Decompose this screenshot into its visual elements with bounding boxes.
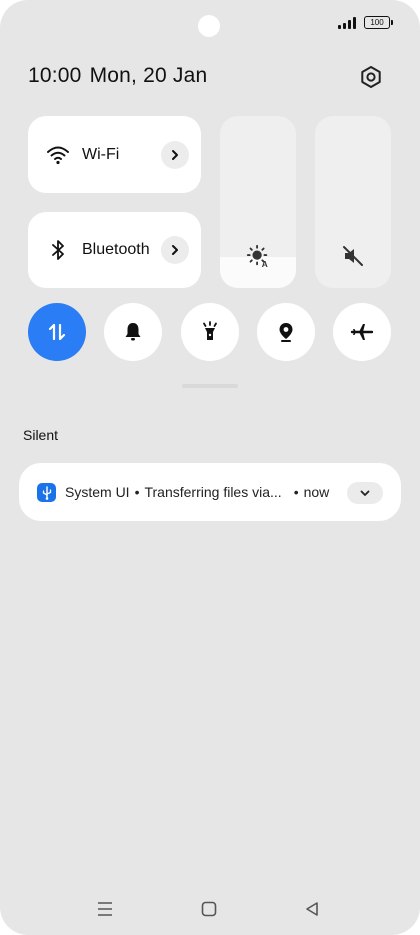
chevron-right-icon <box>172 149 178 160</box>
quick-settings-panel: 100 10:00 Mon, 20 Jan Wi-Fi Bluetooth A … <box>0 0 420 935</box>
notification-card[interactable]: System UI • Transferring files via... • now <box>19 463 401 521</box>
gear-icon <box>361 66 381 88</box>
chevron-down-icon <box>360 490 370 496</box>
notification-message: Transferring files via... <box>144 484 282 500</box>
location-pin-icon <box>279 323 293 342</box>
wifi-details-button[interactable] <box>161 140 189 169</box>
bluetooth-tile[interactable]: Bluetooth <box>28 212 201 288</box>
notification-time: now <box>303 484 330 500</box>
menu-button[interactable] <box>93 897 117 921</box>
bluetooth-details-button[interactable] <box>161 236 189 264</box>
wifi-tile[interactable]: Wi-Fi <box>28 116 201 193</box>
wifi-label: Wi-Fi <box>82 145 120 163</box>
settings-button[interactable] <box>357 63 385 91</box>
navigation-bar <box>0 895 420 923</box>
bluetooth-label: Bluetooth <box>82 241 150 258</box>
airplane-icon <box>350 324 374 340</box>
clock-date: 10:00 Mon, 20 Jan <box>28 64 207 88</box>
mobile-data-toggle[interactable] <box>28 303 86 361</box>
battery-level: 100 <box>370 18 384 27</box>
date-label: Mon, 20 Jan <box>89 64 208 87</box>
notification-expand-button[interactable] <box>347 482 383 504</box>
wifi-icon <box>46 143 70 167</box>
camera-cutout <box>198 15 220 37</box>
home-square-icon <box>201 901 217 917</box>
notification-text: System UI • Transferring files via... • now <box>65 484 330 500</box>
location-toggle[interactable] <box>257 303 315 361</box>
svg-text:A: A <box>262 259 268 269</box>
chevron-right-icon <box>172 245 178 255</box>
bell-icon <box>125 323 141 341</box>
back-triangle-icon <box>306 902 318 916</box>
clock-time: 10:00 <box>28 64 82 87</box>
bluetooth-icon <box>46 238 70 262</box>
sound-toggle[interactable] <box>104 303 162 361</box>
volume-slider[interactable] <box>315 116 391 288</box>
back-button[interactable] <box>300 897 324 921</box>
data-arrows-icon <box>48 323 66 341</box>
flashlight-toggle[interactable] <box>181 303 239 361</box>
brightness-slider[interactable]: A <box>220 116 296 288</box>
usb-icon <box>37 483 56 502</box>
home-button[interactable] <box>197 897 221 921</box>
signal-icon <box>338 16 356 29</box>
volume-muted-icon <box>341 244 365 268</box>
flashlight-icon <box>203 321 217 340</box>
airplane-mode-toggle[interactable] <box>333 303 391 361</box>
menu-icon <box>98 902 112 916</box>
silent-section-title: Silent <box>23 427 59 443</box>
battery-icon: 100 <box>364 16 393 29</box>
notification-app-name: System UI <box>65 484 130 500</box>
auto-brightness-icon: A <box>246 244 270 269</box>
panel-drag-handle[interactable] <box>182 384 238 388</box>
status-bar: 100 <box>338 16 393 29</box>
